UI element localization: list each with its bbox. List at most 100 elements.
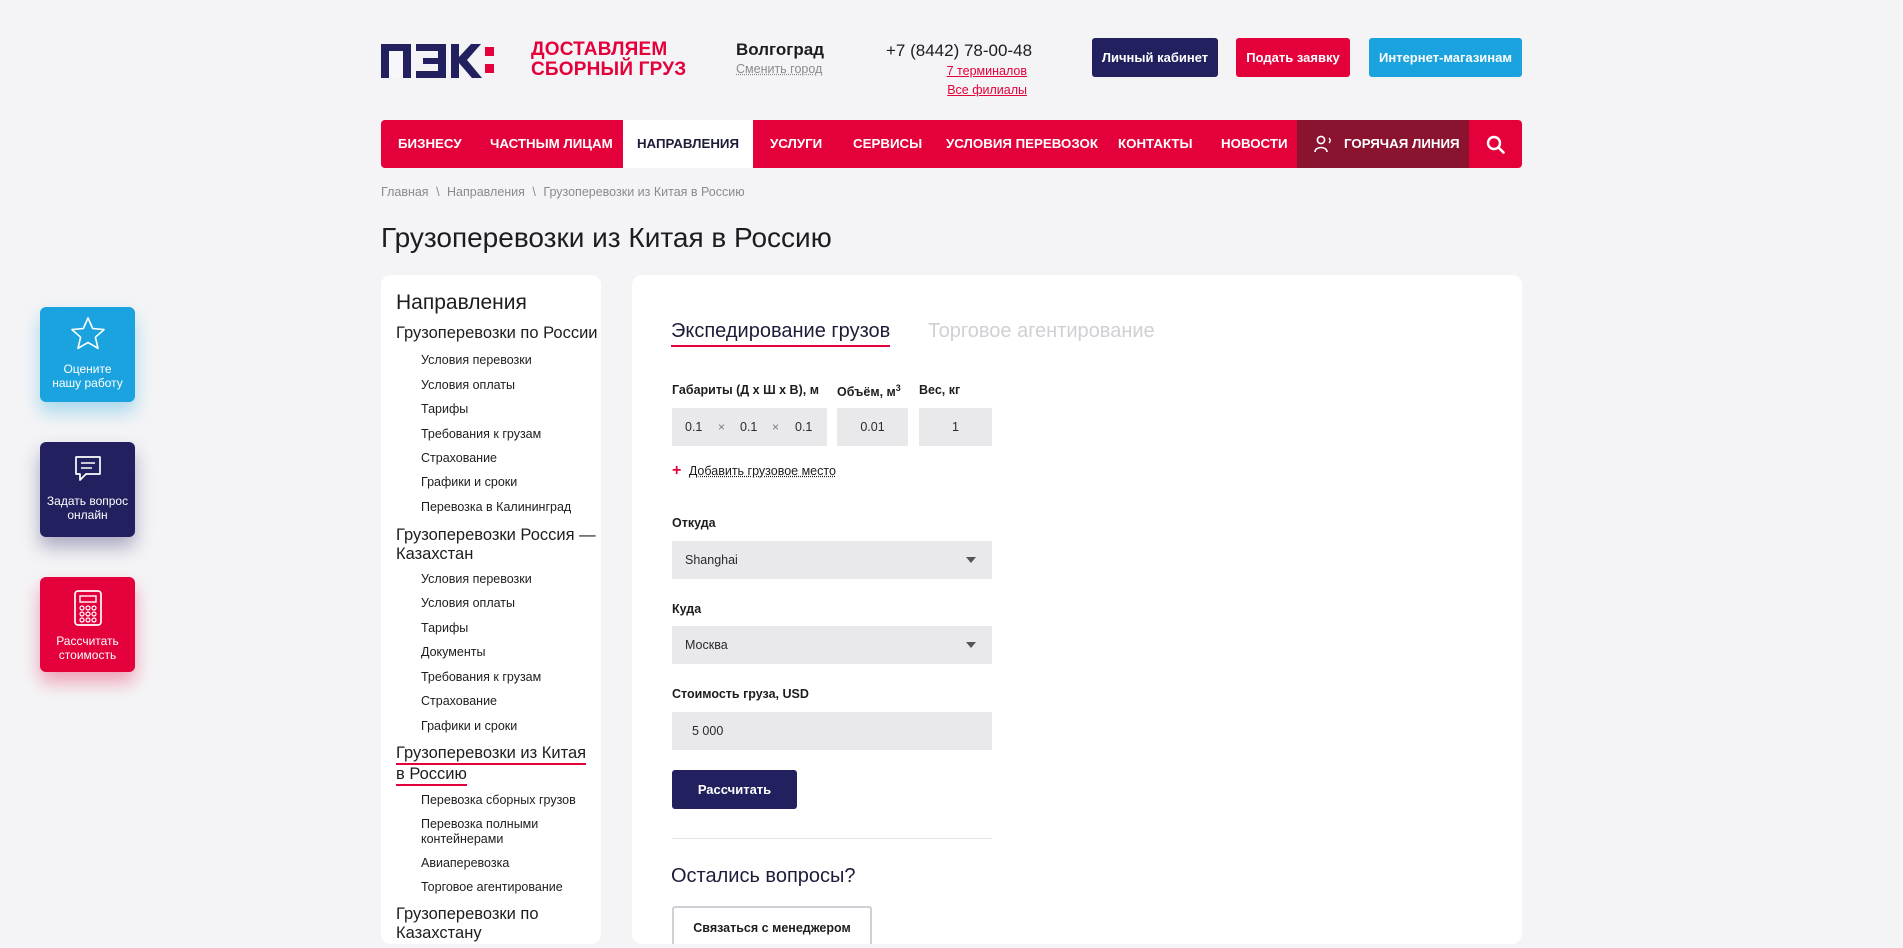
sidebar-title: Направления (396, 291, 527, 314)
sidebar-item[interactable]: Страхование (421, 694, 497, 709)
calculate-cost-button[interactable]: Рассчитать стоимость (40, 577, 135, 672)
sidebar-item[interactable]: Документы (421, 645, 485, 660)
rate-us-line: Оцените (63, 362, 112, 376)
dim-height-input[interactable]: 0.1 (795, 408, 812, 446)
questions-heading: Остались вопросы? (671, 865, 856, 887)
weight-label: Вес, кг (919, 383, 961, 397)
sidebar-section-line: Казахстану (396, 924, 482, 942)
times-sign: × (772, 420, 780, 434)
rate-us-button[interactable]: Оцените нашу работу (40, 307, 135, 402)
nav-hotline[interactable]: ГОРЯЧАЯ ЛИНИЯ (1297, 120, 1469, 168)
volume-label-sup: 3 (895, 383, 901, 393)
star-icon (71, 317, 105, 350)
plus-icon: + (672, 462, 682, 479)
hotline-label: ГОРЯЧАЯ ЛИНИЯ (1344, 136, 1460, 151)
ask-question-line: Задать вопрос (46, 494, 129, 508)
sidebar-section-china-active[interactable]: Грузоперевозки из Китая в Россию (396, 744, 587, 786)
calculate-button[interactable]: Рассчитать (672, 770, 797, 809)
sidebar-section-line: Грузоперевозки Россия — (396, 526, 596, 544)
volume-label-text: Объём, м (837, 385, 896, 400)
calculator-panel (632, 275, 1522, 944)
tab-trade-agency[interactable]: Торговое агентирование (928, 320, 1155, 343)
times-sign: × (718, 420, 726, 434)
sidebar-item[interactable]: Тарифы (421, 402, 468, 417)
volume-input[interactable]: 0.01 (837, 408, 908, 446)
sidebar-item[interactable]: Условия оплаты (421, 596, 515, 611)
current-city: Волгоград (736, 40, 824, 59)
sidebar-item-line: контейнерами (421, 832, 504, 846)
chevron-down-icon (966, 557, 976, 563)
sidebar-item[interactable]: Графики и сроки (421, 719, 517, 734)
sidebar-item[interactable]: Графики и сроки (421, 475, 517, 490)
breadcrumb-home[interactable]: Главная (381, 185, 429, 199)
sidebar-item[interactable]: Требования к грузам (421, 670, 541, 685)
cost-label: Стоимость груза, USD (672, 687, 809, 701)
nav-tools[interactable]: СЕРВИСЫ (853, 120, 922, 168)
sidebar-item[interactable]: Условия перевозки (421, 353, 532, 368)
sidebar-item[interactable]: Авиаперевозка (421, 856, 509, 871)
from-label: Откуда (672, 516, 716, 530)
dimensions-field: 0.1 × 0.1 × 0.1 (672, 408, 827, 446)
nav-search[interactable] (1469, 120, 1522, 168)
nav-business[interactable]: БИЗНЕСУ (398, 120, 462, 168)
sidebar-section-kazakhstan[interactable]: Грузоперевозки Россия — Казахстан (396, 526, 596, 564)
add-cargo-place-label: Добавить грузовое место (688, 464, 836, 478)
chat-icon (75, 456, 101, 481)
sidebar-item[interactable]: Условия оплаты (421, 378, 515, 393)
calculate-cost-line: Рассчитать (56, 634, 119, 648)
request-button[interactable]: Подать заявку (1236, 38, 1350, 77)
from-select[interactable]: Shanghai (672, 541, 992, 579)
calculator-icon (74, 590, 102, 626)
cost-input[interactable]: 5 000 (672, 712, 992, 750)
to-select[interactable]: Москва (672, 626, 992, 664)
tab-forwarding[interactable]: Экспедирование грузов (671, 320, 891, 347)
breadcrumb: Главная \ Направления \ Грузоперевозки и… (381, 185, 745, 199)
all-branches-link[interactable]: Все филиалы (900, 83, 1027, 97)
nav-contacts[interactable]: КОНТАКТЫ (1118, 120, 1193, 168)
sidebar-item[interactable]: Условия перевозки (421, 572, 532, 587)
sidebar-item[interactable]: Торговое агентирование (421, 880, 563, 895)
sidebar-section-line: Грузоперевозки по (396, 905, 539, 923)
terminals-link[interactable]: 7 терминалов (900, 64, 1027, 78)
breadcrumb-separator: \ (436, 185, 440, 199)
nav-private[interactable]: ЧАСТНЫМ ЛИЦАМ (490, 120, 613, 168)
logo-tagline-line2: СБОРНЫЙ ГРУЗ (531, 59, 687, 80)
nav-directions[interactable]: НАПРАВЛЕНИЯ (623, 120, 753, 168)
account-button[interactable]: Личный кабинет (1092, 38, 1218, 77)
sidebar-item[interactable]: Требования к грузам (421, 427, 541, 442)
ask-question-button[interactable]: Задать вопрос онлайн (40, 442, 135, 537)
change-city-link[interactable]: Сменить город (736, 62, 822, 76)
dim-width-input[interactable]: 0.1 (740, 408, 757, 446)
shops-button[interactable]: Интернет-магазинам (1369, 38, 1522, 77)
add-cargo-place-link[interactable]: + Добавить грузовое место (672, 462, 836, 480)
chevron-down-icon (966, 642, 976, 648)
sidebar-section-russia[interactable]: Грузоперевозки по России (396, 324, 598, 343)
nav-services[interactable]: УСЛУГИ (770, 120, 822, 168)
dim-length-input[interactable]: 0.1 (685, 408, 702, 446)
sidebar-item[interactable]: Перевозка сборных грузов (421, 793, 576, 808)
sidebar-item[interactable]: Тарифы (421, 621, 468, 636)
sidebar-item-line: Перевозка полными (421, 817, 539, 831)
logo-mark[interactable] (381, 40, 521, 82)
contact-manager-button[interactable]: Связаться с менеджером (672, 906, 872, 944)
nav-news[interactable]: НОВОСТИ (1221, 120, 1288, 168)
logo-tagline-line1: ДОСТАВЛЯЕМ (531, 39, 668, 60)
cost-input-value: 5 000 (692, 724, 724, 738)
sidebar-item[interactable]: Перевозка в Калининград (421, 500, 571, 515)
sidebar-section-line: Грузоперевозки из Китая (396, 744, 587, 765)
volume-label: Объём, м3 (837, 383, 901, 399)
sidebar-item[interactable]: Перевозка полными контейнерами (421, 817, 538, 847)
phone-number[interactable]: +7 (8442) 78-00-48 (886, 41, 1032, 61)
sidebar-section-kazakhstan-domestic[interactable]: Грузоперевозки по Казахстану (396, 905, 539, 943)
ask-question-label: Задать вопрос онлайн (40, 494, 135, 522)
breadcrumb-section[interactable]: Направления (447, 185, 525, 199)
directions-sidebar: Направления Грузоперевозки по России Усл… (381, 275, 601, 944)
search-icon (1486, 135, 1505, 154)
rate-us-label: Оцените нашу работу (40, 362, 135, 390)
weight-input[interactable]: 1 (919, 408, 992, 446)
sidebar-item[interactable]: Страхование (421, 451, 497, 466)
to-label: Куда (672, 602, 702, 616)
calculate-cost-line: стоимость (58, 648, 117, 662)
calculate-cost-label: Рассчитать стоимость (40, 634, 135, 662)
nav-conditions[interactable]: УСЛОВИЯ ПЕРЕВОЗОК (946, 120, 1098, 168)
